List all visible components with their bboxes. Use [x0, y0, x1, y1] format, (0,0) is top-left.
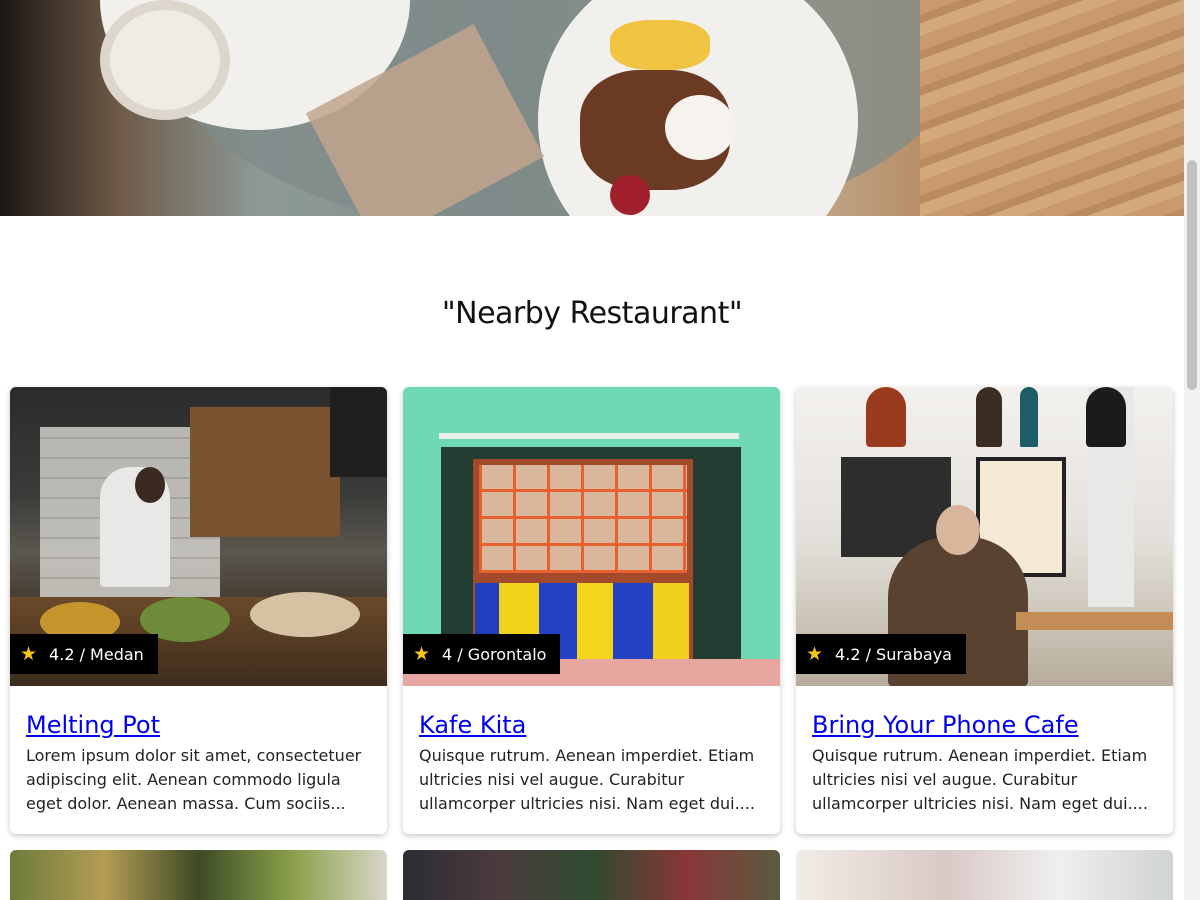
rating-city-label: 4 / Gorontalo [442, 644, 547, 664]
hero-coffee-cup [100, 0, 230, 120]
restaurant-card[interactable]: ★ 4.2 / Surabaya Bring Your Phone Cafe Q… [796, 387, 1173, 834]
restaurant-card-partial[interactable] [796, 850, 1173, 900]
rating-badge: ★ 4 / Gorontalo [403, 634, 561, 674]
rating-badge: ★ 4.2 / Medan [10, 634, 158, 674]
star-icon: ★ [806, 643, 824, 665]
restaurant-card[interactable]: ★ 4 / Gorontalo Kafe Kita Quisque rutrum… [403, 387, 780, 834]
restaurant-photo: ★ 4.2 / Surabaya [796, 387, 1173, 686]
section-title: "Nearby Restaurant" [441, 296, 743, 331]
restaurant-name-link[interactable]: Melting Pot [26, 710, 372, 740]
restaurant-description: Lorem ipsum dolor sit amet, consectetuer… [26, 746, 362, 813]
rating-city-label: 4.2 / Surabaya [835, 644, 952, 664]
restaurant-description: Quisque rutrum. Aenean imperdiet. Etiam … [419, 746, 755, 813]
restaurant-description: Quisque rutrum. Aenean imperdiet. Etiam … [812, 746, 1148, 813]
restaurant-card[interactable]: ★ 4.2 / Medan Melting Pot Lorem ipsum do… [10, 387, 387, 834]
restaurant-photo: ★ 4.2 / Medan [10, 387, 387, 686]
restaurant-photo: ★ 4 / Gorontalo [403, 387, 780, 686]
restaurant-name-link[interactable]: Bring Your Phone Cafe [812, 710, 1158, 740]
restaurant-card-partial[interactable] [10, 850, 387, 900]
hero-food [665, 95, 735, 160]
hero-food [610, 175, 650, 215]
restaurant-name-link[interactable]: Kafe Kita [419, 710, 765, 740]
rating-city-label: 4.2 / Medan [49, 644, 144, 664]
star-icon: ★ [413, 643, 431, 665]
hero-food [610, 20, 710, 70]
page-scrollbar[interactable] [1184, 0, 1200, 900]
scrollbar-thumb[interactable] [1187, 160, 1197, 390]
hero-wood-table [920, 0, 1184, 216]
hero-image [0, 0, 1184, 216]
rating-badge: ★ 4.2 / Surabaya [796, 634, 966, 674]
star-icon: ★ [20, 643, 38, 665]
restaurant-card-partial[interactable] [403, 850, 780, 900]
